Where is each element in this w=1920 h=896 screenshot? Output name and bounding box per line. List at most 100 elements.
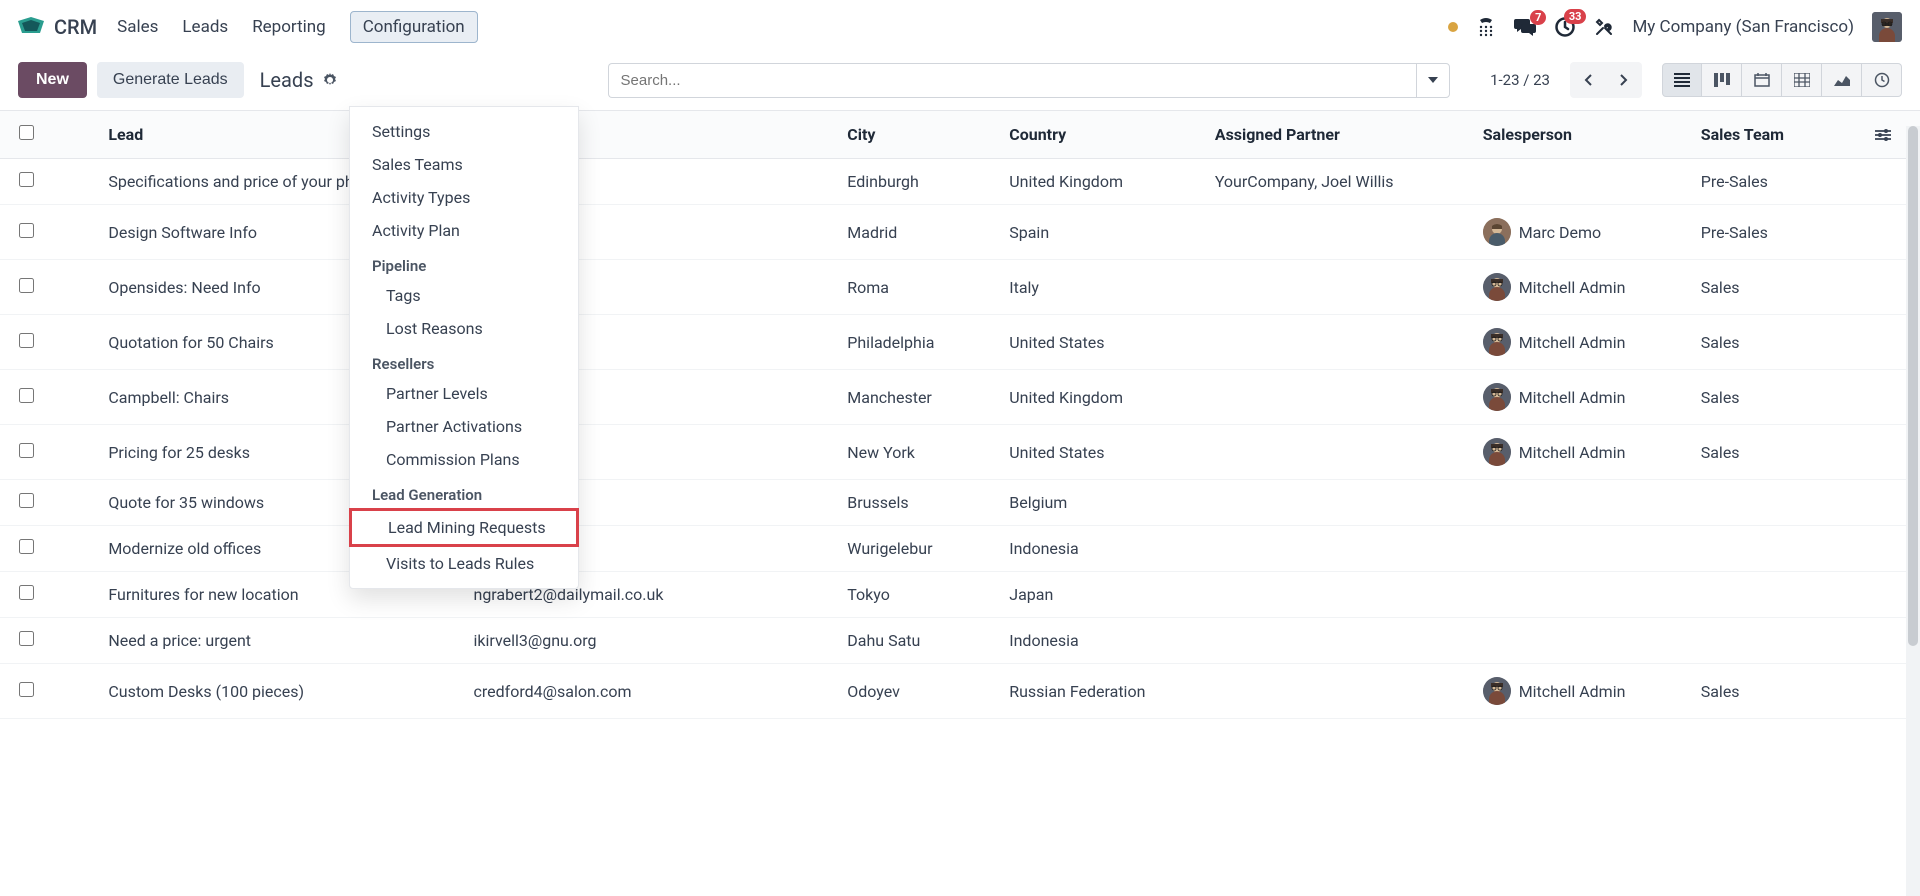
cell-salesperson xyxy=(1473,480,1691,526)
dd-settings[interactable]: Settings xyxy=(350,115,578,148)
new-button[interactable]: New xyxy=(18,62,87,98)
view-activity[interactable] xyxy=(1862,63,1902,97)
activity-badge: 33 xyxy=(1564,9,1587,24)
cell-team xyxy=(1691,618,1865,664)
gear-icon[interactable] xyxy=(322,72,338,88)
pivot-icon xyxy=(1794,73,1810,87)
table-row[interactable]: Opensides: Need Info.comRomaItalyMitchel… xyxy=(0,260,1920,315)
vertical-scrollbar[interactable] xyxy=(1906,126,1920,896)
dd-partner-activations[interactable]: Partner Activations xyxy=(350,410,578,443)
app-name: CRM xyxy=(54,15,97,39)
user-avatar[interactable] xyxy=(1872,12,1902,42)
row-checkbox[interactable] xyxy=(19,539,34,554)
dd-lead-mining-requests[interactable]: Lead Mining Requests xyxy=(349,508,579,547)
row-checkbox[interactable] xyxy=(19,172,34,187)
table-row[interactable]: Furnitures for new locationngrabert2@dai… xyxy=(0,572,1920,618)
table-row[interactable]: Modernize old officesail.comWurigeleburI… xyxy=(0,526,1920,572)
header-city[interactable]: City xyxy=(837,111,999,159)
nav-reporting[interactable]: Reporting xyxy=(252,11,326,43)
company-name[interactable]: My Company (San Francisco) xyxy=(1632,17,1854,37)
cell-country: Indonesia xyxy=(999,526,1205,572)
salesperson-name: Marc Demo xyxy=(1519,223,1601,242)
header-checkbox xyxy=(0,111,52,159)
activity-icon[interactable]: 33 xyxy=(1554,16,1576,38)
dd-sales-teams[interactable]: Sales Teams xyxy=(350,148,578,181)
nav-leads[interactable]: Leads xyxy=(182,11,228,43)
table-row[interactable]: Specifications and price of your phoneEd… xyxy=(0,159,1920,205)
dd-activity-plan[interactable]: Activity Plan xyxy=(350,214,578,247)
dialpad-icon[interactable] xyxy=(1476,17,1496,37)
view-switcher xyxy=(1662,63,1902,97)
table-row[interactable]: Campbell: ChairsnManchesterUnited Kingdo… xyxy=(0,370,1920,425)
cell-team: Pre-Sales xyxy=(1691,205,1865,260)
cell-partner xyxy=(1205,315,1473,370)
brand[interactable]: CRM xyxy=(18,15,97,39)
salesperson-name: Mitchell Admin xyxy=(1519,388,1626,407)
view-calendar[interactable] xyxy=(1742,63,1782,97)
header-team[interactable]: Sales Team xyxy=(1691,111,1865,159)
search-dropdown-toggle[interactable] xyxy=(1416,63,1450,98)
status-dot-icon[interactable] xyxy=(1448,22,1458,32)
dd-lost-reasons[interactable]: Lost Reasons xyxy=(350,312,578,345)
salesperson-name: Mitchell Admin xyxy=(1519,682,1626,701)
row-checkbox[interactable] xyxy=(19,631,34,646)
row-checkbox[interactable] xyxy=(19,388,34,403)
cell-city: Philadelphia xyxy=(837,315,999,370)
dd-activity-types[interactable]: Activity Types xyxy=(350,181,578,214)
table-row[interactable]: Need a price: urgentikirvell3@gnu.orgDah… xyxy=(0,618,1920,664)
view-kanban[interactable] xyxy=(1702,63,1742,97)
nav-sales[interactable]: Sales xyxy=(117,11,158,43)
messages-icon[interactable]: 7 xyxy=(1514,17,1536,37)
table-row[interactable]: Pricing for 25 desksample.comNew YorkUni… xyxy=(0,425,1920,480)
table-row[interactable]: Quote for 35 windowsBrusselsBelgium xyxy=(0,480,1920,526)
cell-city: New York xyxy=(837,425,999,480)
salesperson-name: Mitchell Admin xyxy=(1519,333,1626,352)
dd-header-resellers: Resellers xyxy=(350,345,578,377)
table-row[interactable]: Design Software InfoMadridSpainMarc Demo… xyxy=(0,205,1920,260)
pager-text[interactable]: 1-23 / 23 xyxy=(1490,71,1550,89)
nav-configuration[interactable]: Configuration xyxy=(350,11,478,43)
cell-country: United Kingdom xyxy=(999,159,1205,205)
cell-salesperson xyxy=(1473,526,1691,572)
search-wrap xyxy=(608,63,1451,98)
row-checkbox[interactable] xyxy=(19,443,34,458)
cell-city: Odoyev xyxy=(837,664,999,719)
row-checkbox[interactable] xyxy=(19,585,34,600)
row-checkbox[interactable] xyxy=(19,493,34,508)
dd-header-lead-generation: Lead Generation xyxy=(350,476,578,508)
row-checkbox[interactable] xyxy=(19,278,34,293)
cell-partner xyxy=(1205,425,1473,480)
cell-country: United Kingdom xyxy=(999,370,1205,425)
dd-visits-to-leads-rules[interactable]: Visits to Leads Rules xyxy=(350,547,578,580)
dd-partner-levels[interactable]: Partner Levels xyxy=(350,377,578,410)
pager-next[interactable] xyxy=(1608,64,1640,96)
header-country[interactable]: Country xyxy=(999,111,1205,159)
view-graph[interactable] xyxy=(1822,63,1862,97)
table-row[interactable]: Custom Desks (100 pieces)credford4@salon… xyxy=(0,664,1920,719)
table-row[interactable]: Quotation for 50 Chairs.comPhiladelphiaU… xyxy=(0,315,1920,370)
header-salesperson[interactable]: Salesperson xyxy=(1473,111,1691,159)
cell-partner xyxy=(1205,205,1473,260)
salesperson-avatar xyxy=(1483,438,1511,466)
view-list[interactable] xyxy=(1662,63,1702,97)
view-pivot[interactable] xyxy=(1782,63,1822,97)
search-input[interactable] xyxy=(608,63,1417,98)
cell-city: Madrid xyxy=(837,205,999,260)
cell-team xyxy=(1691,572,1865,618)
salesperson-avatar xyxy=(1483,328,1511,356)
dd-commission-plans[interactable]: Commission Plans xyxy=(350,443,578,476)
cell-country: United States xyxy=(999,425,1205,480)
row-checkbox[interactable] xyxy=(19,223,34,238)
header-partner[interactable]: Assigned Partner xyxy=(1205,111,1473,159)
generate-leads-button[interactable]: Generate Leads xyxy=(97,62,244,98)
select-all-checkbox[interactable] xyxy=(19,125,34,140)
cell-lead: Need a price: urgent xyxy=(52,618,463,664)
tools-icon[interactable] xyxy=(1594,17,1614,37)
row-checkbox[interactable] xyxy=(19,682,34,697)
pager-prev[interactable] xyxy=(1572,64,1604,96)
scrollbar-thumb[interactable] xyxy=(1908,126,1918,646)
cell-salesperson: Mitchell Admin xyxy=(1473,370,1691,425)
cell-salesperson: Mitchell Admin xyxy=(1473,425,1691,480)
dd-tags[interactable]: Tags xyxy=(350,279,578,312)
row-checkbox[interactable] xyxy=(19,333,34,348)
